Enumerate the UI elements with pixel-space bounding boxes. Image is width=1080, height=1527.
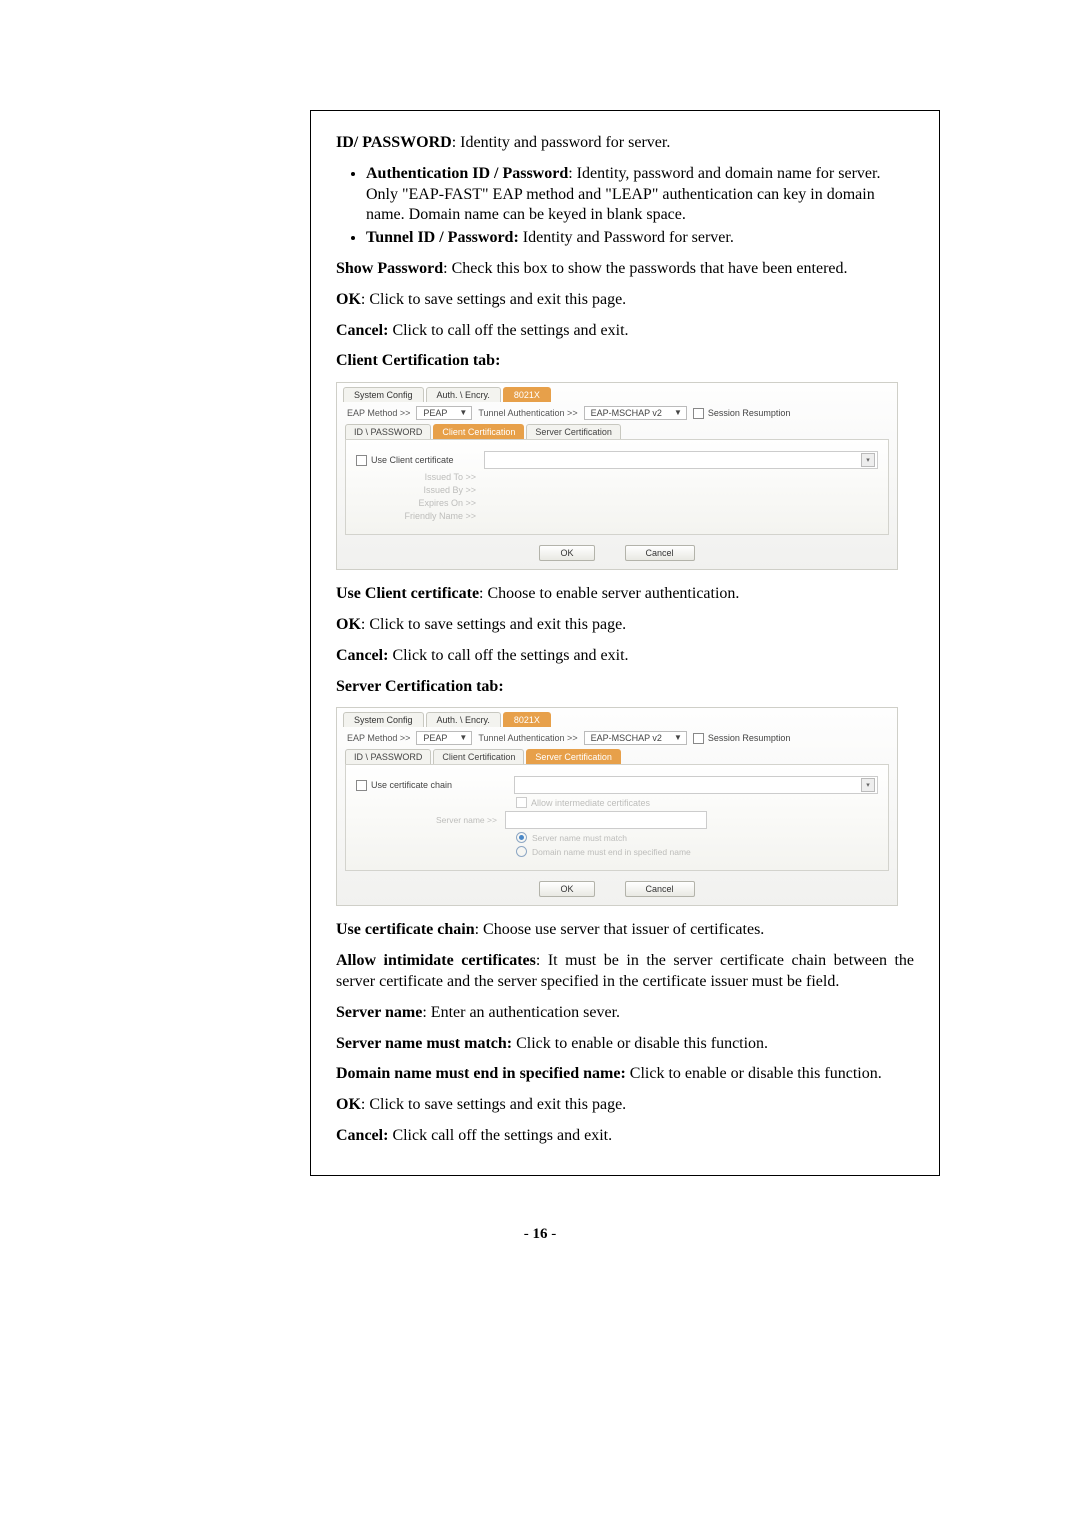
allow-intimidate-para: Allow intimidate certificates: It must b… (336, 951, 914, 993)
ok-button[interactable]: OK (539, 545, 594, 561)
sub-tabs: ID \ PASSWORD Client Certification Serve… (337, 424, 897, 439)
session-resumption-checkbox[interactable]: Session Resumption (693, 733, 791, 744)
client-cert-pane: Use Client certificate ▾ Issued To >> Is… (345, 439, 889, 535)
issued-by-label: Issued By >> (356, 485, 476, 495)
dialog-buttons: OK Cancel (337, 877, 897, 905)
tab-8021x[interactable]: 8021X (503, 387, 551, 402)
client-cert-dropdown[interactable]: ▾ (484, 451, 878, 469)
cancel-para-1: Cancel: Click to call off the settings a… (336, 321, 914, 342)
chevron-down-icon: ▼ (459, 734, 467, 742)
client-cert-heading: Client Certification tab: (336, 351, 914, 372)
dialog-buttons: OK Cancel (337, 541, 897, 569)
id-password-bold: ID/ PASSWORD (336, 134, 452, 151)
subtab-server-cert[interactable]: Server Certification (526, 749, 621, 764)
use-client-cert-para: Use Client certificate: Choose to enable… (336, 584, 914, 605)
use-cert-chain-para: Use certificate chain: Choose use server… (336, 920, 914, 941)
subtab-server-cert[interactable]: Server Certification (526, 424, 621, 439)
ok-para-1: OK: Click to save settings and exit this… (336, 290, 914, 311)
checkbox-icon (356, 455, 367, 466)
tab-8021x[interactable]: 8021X (503, 712, 551, 727)
subtab-id-password[interactable]: ID \ PASSWORD (345, 749, 431, 764)
ok-para-3: OK: Click to save settings and exit this… (336, 1095, 914, 1116)
id-password-list: Authentication ID / Password: Identity, … (336, 164, 914, 249)
top-tabs: System Config Auth. \ Encry. 8021X (337, 708, 897, 727)
use-client-cert-checkbox[interactable]: Use Client certificate (356, 455, 476, 466)
show-password-para: Show Password: Check this box to show th… (336, 259, 914, 280)
radio-icon (516, 846, 527, 857)
eap-method-select[interactable]: PEAP ▼ (416, 406, 472, 420)
server-cert-pane: Use certificate chain ▾ Allow intermedia… (345, 764, 889, 871)
subtab-client-cert[interactable]: Client Certification (433, 424, 524, 439)
server-name-para: Server name: Enter an authentication sev… (336, 1003, 914, 1024)
radio-domain-end[interactable]: Domain name must end in specified name (516, 846, 691, 857)
id-password-para: ID/ PASSWORD: Identity and password for … (336, 133, 914, 154)
chevron-down-icon: ▾ (861, 453, 875, 467)
server-name-label: Server name >> (436, 815, 497, 825)
session-resumption-checkbox[interactable]: Session Resumption (693, 408, 791, 419)
chevron-down-icon: ▾ (861, 778, 875, 792)
checkbox-icon (693, 733, 704, 744)
dialog-client-cert: System Config Auth. \ Encry. 8021X EAP M… (336, 382, 898, 570)
server-name-match-para: Server name must match: Click to enable … (336, 1034, 914, 1055)
eap-row: EAP Method >> PEAP ▼ Tunnel Authenticati… (337, 402, 897, 424)
tab-system-config[interactable]: System Config (343, 387, 424, 402)
ok-button[interactable]: OK (539, 881, 594, 897)
ok-para-2: OK: Click to save settings and exit this… (336, 615, 914, 636)
page-number: - 16 - (0, 1226, 1080, 1243)
cancel-button[interactable]: Cancel (625, 881, 695, 897)
server-cert-heading: Server Certification tab: (336, 677, 914, 698)
subtab-id-password[interactable]: ID \ PASSWORD (345, 424, 431, 439)
server-name-input[interactable] (505, 811, 707, 829)
cancel-para-3: Cancel: Click call off the settings and … (336, 1126, 914, 1147)
tunnel-auth-label: Tunnel Authentication >> (478, 408, 577, 418)
use-cert-chain-checkbox[interactable]: Use certificate chain (356, 780, 506, 791)
top-tabs: System Config Auth. \ Encry. 8021X (337, 383, 897, 402)
cancel-para-2: Cancel: Click to call off the settings a… (336, 646, 914, 667)
radio-server-name-match[interactable]: Server name must match (516, 832, 627, 843)
eap-method-label: EAP Method >> (347, 408, 410, 418)
checkbox-icon (516, 797, 527, 808)
tunnel-auth-select[interactable]: EAP-MSCHAP v2 ▼ (584, 406, 687, 420)
chevron-down-icon: ▼ (674, 409, 682, 417)
checkbox-icon (356, 780, 367, 791)
tab-auth-encry[interactable]: Auth. \ Encry. (426, 712, 501, 727)
domain-name-para: Domain name must end in specified name: … (336, 1064, 914, 1085)
tunnel-auth-label: Tunnel Authentication >> (478, 733, 577, 743)
chevron-down-icon: ▼ (459, 409, 467, 417)
expires-on-label: Expires On >> (356, 498, 476, 508)
tunnel-auth-select[interactable]: EAP-MSCHAP v2 ▼ (584, 731, 687, 745)
chevron-down-icon: ▼ (674, 734, 682, 742)
allow-intermediate-checkbox[interactable]: Allow intermediate certificates (516, 797, 650, 808)
list-item: Tunnel ID / Password: Identity and Passw… (366, 228, 914, 249)
tab-auth-encry[interactable]: Auth. \ Encry. (426, 387, 501, 402)
list-item: Authentication ID / Password: Identity, … (366, 164, 914, 226)
id-password-rest: : Identity and password for server. (452, 134, 671, 151)
subtab-client-cert[interactable]: Client Certification (433, 749, 524, 764)
tab-system-config[interactable]: System Config (343, 712, 424, 727)
radio-icon (516, 832, 527, 843)
checkbox-icon (693, 408, 704, 419)
eap-row: EAP Method >> PEAP ▼ Tunnel Authenticati… (337, 727, 897, 749)
eap-method-select[interactable]: PEAP ▼ (416, 731, 472, 745)
content-cell: ID/ PASSWORD: Identity and password for … (310, 110, 940, 1176)
friendly-name-label: Friendly Name >> (356, 511, 476, 521)
cert-chain-dropdown[interactable]: ▾ (514, 776, 878, 794)
sub-tabs: ID \ PASSWORD Client Certification Serve… (337, 749, 897, 764)
issued-to-label: Issued To >> (356, 472, 476, 482)
eap-method-label: EAP Method >> (347, 733, 410, 743)
cancel-button[interactable]: Cancel (625, 545, 695, 561)
dialog-server-cert: System Config Auth. \ Encry. 8021X EAP M… (336, 707, 898, 906)
